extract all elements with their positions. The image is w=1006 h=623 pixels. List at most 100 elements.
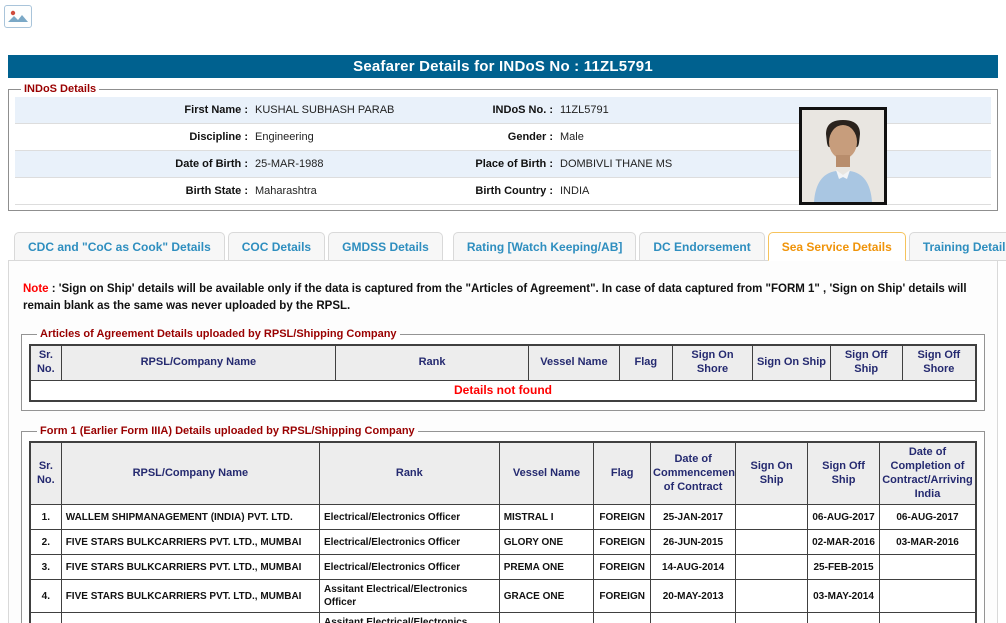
cell-sign-on-ship xyxy=(736,555,808,580)
place-of-birth-label: Place of Birth : xyxy=(445,151,560,177)
col-sr-no: Sr. No. xyxy=(30,345,61,380)
cell-vessel: GLORY ONE xyxy=(499,530,594,555)
first-name-label: First Name : xyxy=(15,97,255,123)
cell-date-commencement: 25-JAN-2017 xyxy=(651,505,736,530)
cell-company: FIVE STARS BULKCARRIERS PVT. LTD., MUMBA… xyxy=(61,580,319,613)
cell-sr-no: 1. xyxy=(30,505,61,530)
indos-details-legend: INDoS Details xyxy=(21,83,99,95)
cell-date-commencement: 30-JAN-2012 xyxy=(651,613,736,623)
note-body: : 'Sign on Ship' details will be availab… xyxy=(23,283,967,312)
col-company: RPSL/Company Name xyxy=(61,345,335,380)
cell-sign-off-ship: 03-MAY-2014 xyxy=(808,580,880,613)
articles-table: Sr. No. RPSL/Company Name Rank Vessel Na… xyxy=(29,344,977,402)
cell-vessel: GRACE ONE xyxy=(499,580,594,613)
birth-state-label: Birth State : xyxy=(15,178,255,204)
cell-sign-on-ship xyxy=(736,530,808,555)
discipline-value: Engineering xyxy=(255,124,445,150)
cell-rank: Electrical/Electronics Officer xyxy=(319,555,499,580)
articles-legend: Articles of Agreement Details uploaded b… xyxy=(37,328,400,340)
cell-flag: FOREIGN xyxy=(594,580,651,613)
cell-flag: FOREIGN xyxy=(594,530,651,555)
details-not-found-message: Details not found xyxy=(30,380,976,401)
cell-vessel: PREMA ONE xyxy=(499,555,594,580)
first-name-value: KUSHAL SUBHASH PARAB xyxy=(255,97,445,123)
dob-value: 25-MAR-1988 xyxy=(255,151,445,177)
seafarer-photo xyxy=(799,107,887,205)
form1-legend: Form 1 (Earlier Form IIIA) Details uploa… xyxy=(37,425,418,437)
table-row: 2. FIVE STARS BULKCARRIERS PVT. LTD., MU… xyxy=(30,530,976,555)
table-row: 5. FIVE STARS BULKCARRIERS PVT. LTD., MU… xyxy=(30,613,976,623)
cell-flag: FOREIGN xyxy=(594,505,651,530)
col-sign-on-shore: Sign On Shore xyxy=(672,345,752,380)
broken-image-icon xyxy=(4,5,32,28)
cell-flag: FOREIGN xyxy=(594,613,651,623)
cell-rank: Assitant Electrical/Electronics Officer xyxy=(319,580,499,613)
tab-bar: CDC and "CoC as Cook" Details COC Detail… xyxy=(8,232,998,261)
dob-label: Date of Birth : xyxy=(15,151,255,177)
tab-sea-service-details[interactable]: Sea Service Details xyxy=(768,232,906,261)
cell-sign-on-ship xyxy=(736,613,808,623)
form1-section: Form 1 (Earlier Form IIIA) Details uploa… xyxy=(21,425,985,623)
col-date-commencement: Date of Commencement of Contract xyxy=(651,442,736,505)
articles-of-agreement-section: Articles of Agreement Details uploaded b… xyxy=(21,328,985,411)
cell-sign-on-ship xyxy=(736,505,808,530)
table-row: 1. WALLEM SHIPMANAGEMENT (INDIA) PVT. LT… xyxy=(30,505,976,530)
tab-training-details[interactable]: Training Details xyxy=(909,232,1006,261)
tab-gmdss-details[interactable]: GMDSS Details xyxy=(328,232,443,261)
cell-sign-off-ship: 06-AUG-2017 xyxy=(808,505,880,530)
cell-date-completion: 03-MAR-2016 xyxy=(879,530,976,555)
cell-sign-off-ship: 18-SEP-2012 xyxy=(808,613,880,623)
table-row: 3. FIVE STARS BULKCARRIERS PVT. LTD., MU… xyxy=(30,555,976,580)
cell-date-commencement: 14-AUG-2014 xyxy=(651,555,736,580)
cell-rank: Assitant Electrical/Electronics Officer xyxy=(319,613,499,623)
cell-sr-no: 4. xyxy=(30,580,61,613)
cell-sign-off-ship: 02-MAR-2016 xyxy=(808,530,880,555)
place-of-birth-value: DOMBIVLI THANE MS xyxy=(560,151,781,177)
col-company: RPSL/Company Name xyxy=(61,442,319,505)
cell-company: FIVE STARS BULKCARRIERS PVT. LTD., MUMBA… xyxy=(61,555,319,580)
form1-header-row: Sr. No. RPSL/Company Name Rank Vessel Na… xyxy=(30,442,976,505)
tab-rating-watch-keeping-ab[interactable]: Rating [Watch Keeping/AB] xyxy=(453,232,637,261)
seafarer-details-page: Seafarer Details for INDoS No : 11ZL5791… xyxy=(0,0,1006,623)
col-sr-no: Sr. No. xyxy=(30,442,61,505)
col-rank: Rank xyxy=(336,345,529,380)
col-vessel: Vessel Name xyxy=(529,345,620,380)
birth-country-value: INDIA xyxy=(560,178,781,204)
cell-sign-off-ship: 25-FEB-2015 xyxy=(808,555,880,580)
col-sign-off-shore: Sign Off Shore xyxy=(902,345,976,380)
gender-label: Gender : xyxy=(445,124,560,150)
tab-dc-endorsement[interactable]: DC Endorsement xyxy=(639,232,764,261)
tab-coc-details[interactable]: COC Details xyxy=(228,232,325,261)
indos-no-label: INDoS No. : xyxy=(445,97,560,123)
col-flag: Flag xyxy=(594,442,651,505)
sign-on-ship-note: Note : 'Sign on Ship' details will be av… xyxy=(23,281,983,314)
col-rank: Rank xyxy=(319,442,499,505)
cell-flag: FOREIGN xyxy=(594,555,651,580)
cell-sr-no: 5. xyxy=(30,613,61,623)
articles-header-row: Sr. No. RPSL/Company Name Rank Vessel Na… xyxy=(30,345,976,380)
tab-cdc-coc-as-cook-details[interactable]: CDC and "CoC as Cook" Details xyxy=(14,232,225,261)
cell-company: WALLEM SHIPMANAGEMENT (INDIA) PVT. LTD. xyxy=(61,505,319,530)
cell-sr-no: 2. xyxy=(30,530,61,555)
cell-company: FIVE STARS BULKCARRIERS PVT. LTD., MUMBA… xyxy=(61,530,319,555)
discipline-label: Discipline : xyxy=(15,124,255,150)
cell-date-completion xyxy=(879,580,976,613)
note-prefix: Note xyxy=(23,283,49,295)
cell-sign-on-ship xyxy=(736,580,808,613)
tab-content-panel: Note : 'Sign on Ship' details will be av… xyxy=(8,260,998,623)
col-date-completion: Date of Completion of Contract/Arriving … xyxy=(879,442,976,505)
birth-country-label: Birth Country : xyxy=(445,178,560,204)
cell-rank: Electrical/Electronics Officer xyxy=(319,530,499,555)
cell-rank: Electrical/Electronics Officer xyxy=(319,505,499,530)
cell-vessel: MISTRAL I xyxy=(499,505,594,530)
indos-no-value: 11ZL5791 xyxy=(560,97,781,123)
cell-date-completion xyxy=(879,555,976,580)
cell-date-commencement: 20-MAY-2013 xyxy=(651,580,736,613)
birth-state-value: Maharashtra xyxy=(255,178,445,204)
table-row: 4. FIVE STARS BULKCARRIERS PVT. LTD., MU… xyxy=(30,580,976,613)
page-title: Seafarer Details for INDoS No : 11ZL5791 xyxy=(8,55,998,78)
cell-company: FIVE STARS BULKCARRIERS PVT. LTD., MUMBA… xyxy=(61,613,319,623)
col-vessel: Vessel Name xyxy=(499,442,594,505)
col-sign-on-ship: Sign On Ship xyxy=(736,442,808,505)
gender-value: Male xyxy=(560,124,781,150)
